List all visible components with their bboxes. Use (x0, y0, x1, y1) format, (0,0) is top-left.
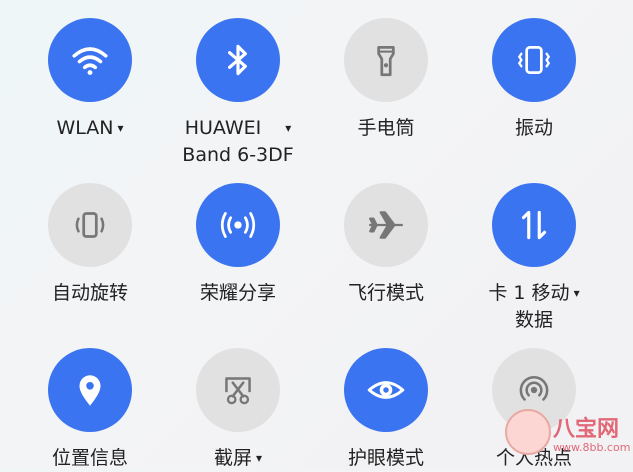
screenshot-toggle[interactable] (196, 348, 280, 432)
autorotate-toggle[interactable] (48, 183, 132, 267)
wlan-toggle[interactable] (48, 18, 132, 102)
flashlight-toggle[interactable] (344, 18, 428, 102)
share-broadcast-icon (220, 212, 256, 238)
rotate-icon (75, 212, 105, 238)
hotspot-toggle[interactable] (492, 348, 576, 432)
bluetooth-toggle[interactable] (196, 18, 280, 102)
screenshot-label: 截屏 ▾ (213, 447, 263, 469)
share-label: 荣耀分享 (199, 282, 276, 304)
location-toggle[interactable] (48, 348, 132, 432)
chevron-down-icon[interactable]: ▾ (118, 121, 124, 135)
mobile-data-label: 卡 1 移动 ▾ 数据 (488, 282, 580, 331)
airplane-toggle[interactable] (344, 183, 428, 267)
flashlight-label: 手电筒 (357, 117, 415, 139)
chevron-down-icon[interactable]: ▾ (256, 451, 262, 465)
location-pin-icon (79, 375, 101, 406)
airplane-icon (369, 211, 403, 239)
hotspot-icon (519, 376, 549, 401)
wifi-icon (72, 47, 108, 76)
vibrate-icon (517, 46, 551, 74)
data-arrows-icon (521, 210, 547, 240)
wlan-label: WLAN ▾ (56, 117, 124, 139)
vibrate-toggle[interactable] (492, 18, 576, 102)
share-toggle[interactable] (196, 183, 280, 267)
flashlight-icon (377, 46, 395, 77)
mobile-data-toggle[interactable] (492, 183, 576, 267)
eye-comfort-label: 护眼模式 (347, 447, 424, 469)
hotspot-label: 个人热点 (495, 447, 572, 469)
screenshot-scissors-icon (225, 377, 251, 405)
eye-icon (367, 381, 405, 399)
vibrate-label: 振动 (514, 117, 553, 139)
chevron-down-icon[interactable]: ▾ (574, 286, 580, 300)
eye-comfort-toggle[interactable] (344, 348, 428, 432)
bluetooth-icon (228, 44, 247, 76)
chevron-down-icon[interactable]: ▾ (285, 121, 291, 135)
airplane-label: 飞行模式 (347, 282, 424, 304)
autorotate-label: 自动旋转 (51, 282, 128, 304)
location-label: 位置信息 (51, 447, 128, 469)
bluetooth-label: HUAWEI ▾ Band 6-3DF (182, 117, 294, 166)
